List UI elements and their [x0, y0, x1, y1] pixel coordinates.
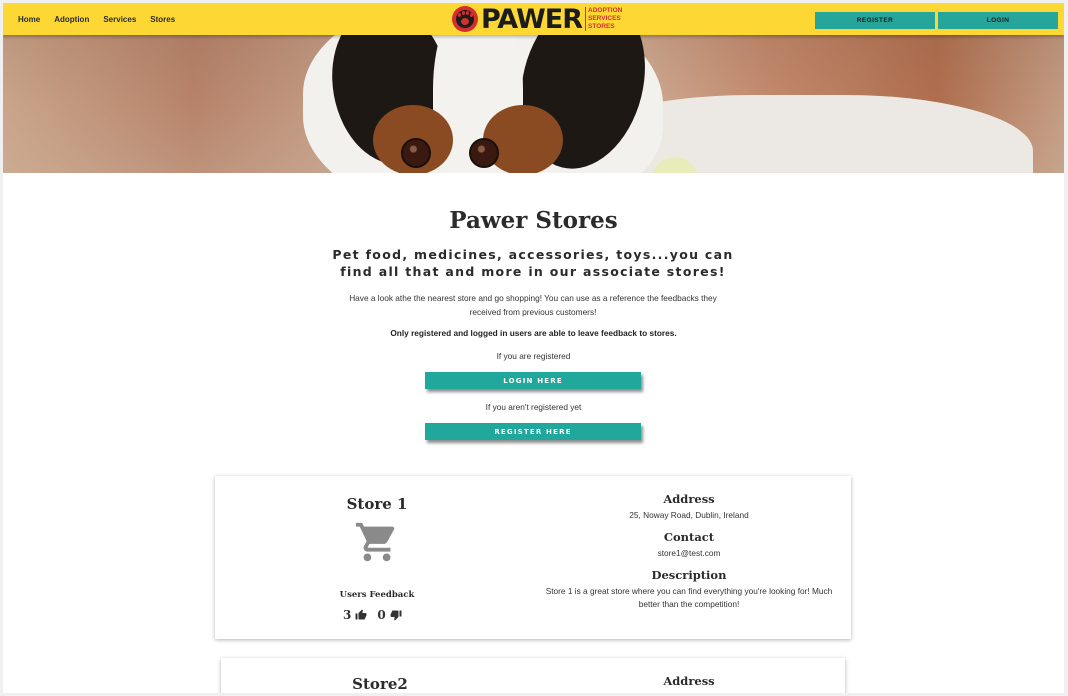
store-name: Store 1 — [346, 495, 408, 513]
feedback-note: Only registered and logged in users are … — [390, 328, 677, 338]
register-button[interactable]: REGISTER — [815, 12, 935, 29]
nav-link-adoption[interactable]: Adoption — [47, 15, 96, 24]
paw-icon — [452, 6, 478, 32]
contact-heading: Contact — [663, 530, 715, 544]
login-here-button[interactable]: LOGIN HERE — [425, 372, 641, 389]
login-button[interactable]: LOGIN — [938, 12, 1058, 29]
logo-tagline: ADOPTION SERVICES STORES — [585, 7, 622, 31]
likes-count: 3 — [343, 608, 352, 622]
feedback-votes: 3 0 — [343, 608, 402, 622]
store-card: Store2 Address — [221, 658, 845, 693]
store-info: Address — [539, 674, 839, 689]
nav-link-services[interactable]: Services — [96, 15, 143, 24]
users-feedback-title: Users Feedback — [339, 590, 415, 600]
store-address: 25, Noway Road, Dublin, Ireland — [629, 510, 749, 520]
dislikes-count: 0 — [377, 608, 386, 622]
store-info: Address 25, Noway Road, Dublin, Ireland … — [539, 492, 839, 611]
thumbs-down-icon[interactable] — [390, 609, 402, 621]
description-heading: Description — [651, 568, 727, 582]
logo-tag-stores: STORES — [588, 23, 615, 30]
hero-dog-image — [3, 35, 1064, 173]
store-name: Store2 — [352, 675, 408, 693]
store-description: Store 1 is a great store where you can f… — [545, 586, 833, 609]
pawer-logo[interactable]: PAWER ADOPTION SERVICES STORES — [452, 4, 622, 34]
page-subtitle: Pet food, medicines, accessories, toys..… — [332, 247, 734, 279]
intro-text: Have a look athe the nearest store and g… — [349, 293, 717, 317]
nav-link-home[interactable]: Home — [11, 15, 47, 24]
top-navbar: Home Adoption Services Stores PAWER ADOP… — [3, 3, 1064, 35]
address-heading: Address — [663, 492, 715, 506]
not-registered-label: If you aren't registered yet — [485, 402, 582, 412]
register-here-button[interactable]: REGISTER HERE — [425, 423, 641, 440]
logo-tag-adoption: ADOPTION — [588, 7, 623, 14]
logo-tag-services: SERVICES — [588, 15, 621, 22]
nav-links: Home Adoption Services Stores — [11, 3, 182, 35]
nav-link-stores[interactable]: Stores — [143, 15, 182, 24]
address-heading: Address — [663, 674, 715, 688]
logo-wordmark: PAWER — [481, 3, 583, 35]
page: Home Adoption Services Stores PAWER ADOP… — [3, 3, 1064, 693]
store-contact[interactable]: store1@test.com — [539, 547, 839, 560]
shopping-cart-icon — [355, 522, 395, 562]
page-title: Pawer Stores — [449, 207, 618, 234]
store-card: Store 1 Users Feedback 3 0 Address 25, N… — [215, 476, 851, 639]
thumbs-up-icon[interactable] — [355, 609, 367, 621]
registered-label: If you are registered — [496, 351, 571, 361]
